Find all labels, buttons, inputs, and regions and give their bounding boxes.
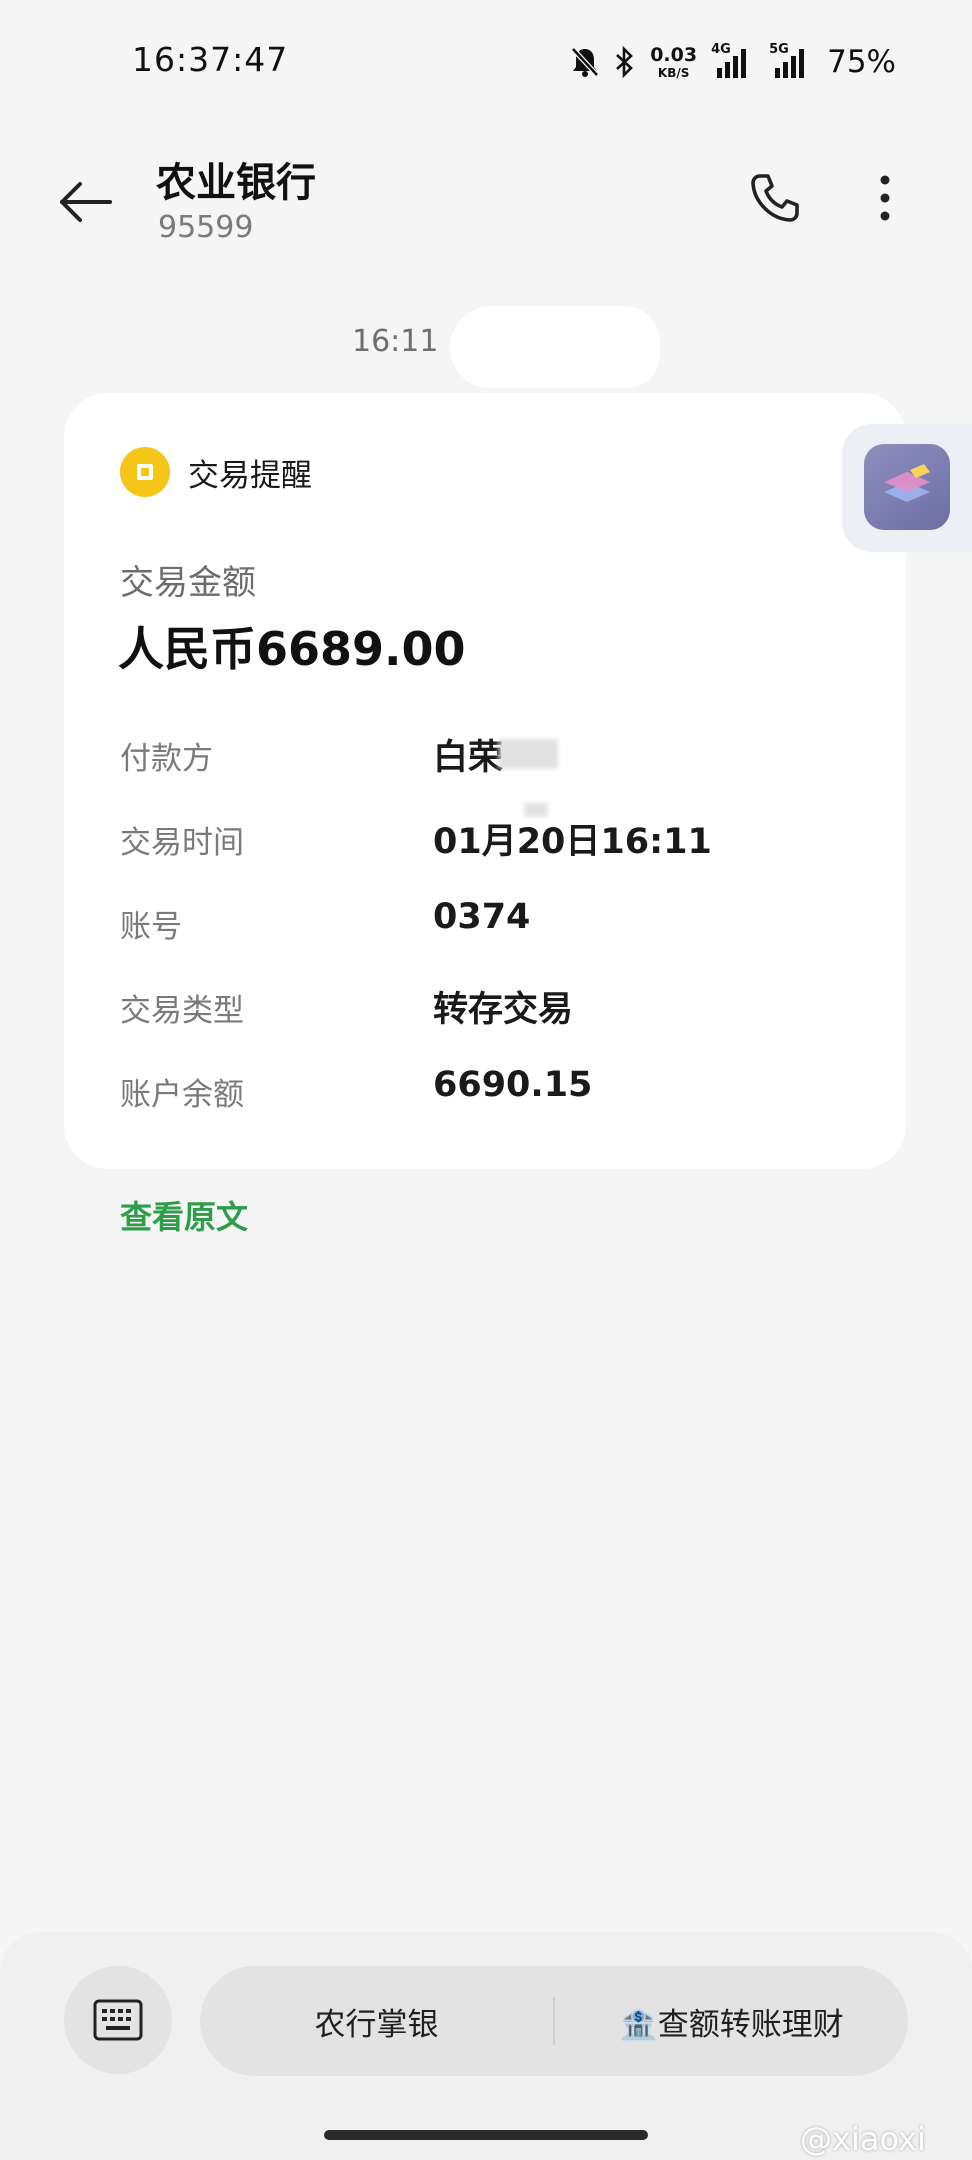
bank-icon [120,447,170,497]
amount-label: 交易金额 [120,563,256,603]
status-icons: 0.03 KB/S 4G 5G 75% [570,40,896,84]
quick-reply-menu: 农行掌银 🏦查额转账理财 [200,1966,908,2076]
detail-value: 白荣 [433,738,504,778]
watermark: @xiaoxi [800,2120,926,2158]
detail-value: 转存交易 [433,990,574,1030]
detail-row-balance: 账户余额 6690.15 [120,1059,860,1119]
keyboard-icon [93,1999,143,2041]
signal-5g-icon: 5G [769,42,813,78]
card-heading: 交易提醒 [188,457,312,494]
contact-name: 农业银行 [156,160,316,206]
conversation-header: 农业银行 95599 [0,130,972,270]
battery-percentage: 75% [827,44,896,80]
status-bar: 16:37:47 0.03 KB/S 4G 5G 75% [0,0,972,120]
amount-value: 人民币6689.00 [118,622,466,676]
back-button[interactable] [56,172,116,232]
detail-row-account: 账号 0374 [120,891,860,951]
home-indicator[interactable] [324,2130,648,2140]
detail-label: 账号 [120,909,182,945]
detail-value: 0374 [433,897,531,937]
card-header: 交易提醒 [120,447,312,497]
detail-label: 账户余额 [120,1077,244,1113]
detail-row-payer: 付款方 白荣 [120,723,860,783]
signal-4g-icon: 4G [711,42,755,78]
redaction-smudge [450,306,660,388]
detail-row-type: 交易类型 转存交易 [120,975,860,1035]
quick-menu-balance-transfer[interactable]: 🏦查额转账理财 [555,1999,908,2044]
detail-value: 01月20日16:11 [433,822,712,862]
layers-icon [864,444,950,530]
detail-label: 交易类型 [120,993,244,1029]
detail-value: 6690.15 [433,1065,593,1105]
message-timestamp: 16:11 [352,324,439,359]
status-time: 16:37:47 [132,40,289,79]
redaction-blur [524,803,548,817]
network-speed: 0.03 KB/S [650,43,698,80]
transaction-card[interactable]: 交易提醒 交易金额 人民币6689.00 付款方 白荣 交易时间 01月20日1… [64,393,906,1169]
detail-label: 付款方 [120,741,213,777]
bluetooth-icon [614,46,636,78]
floating-assistant-button[interactable] [842,424,972,552]
mute-bell-icon [570,46,600,78]
keyboard-button[interactable] [64,1966,172,2074]
more-vertical-icon [880,175,890,221]
call-button[interactable] [746,170,802,226]
view-original-link[interactable]: 查看原文 [120,1192,248,1238]
back-arrow-icon [60,182,112,222]
detail-row-time: 交易时间 01月20日16:11 [120,803,860,867]
detail-label: 交易时间 [120,825,244,861]
contact-number: 95599 [158,210,254,245]
redaction-blur [498,739,558,769]
quick-menu-abc-mobile[interactable]: 农行掌银 [200,1999,553,2044]
phone-icon [751,174,799,222]
more-options-button[interactable] [862,170,908,226]
